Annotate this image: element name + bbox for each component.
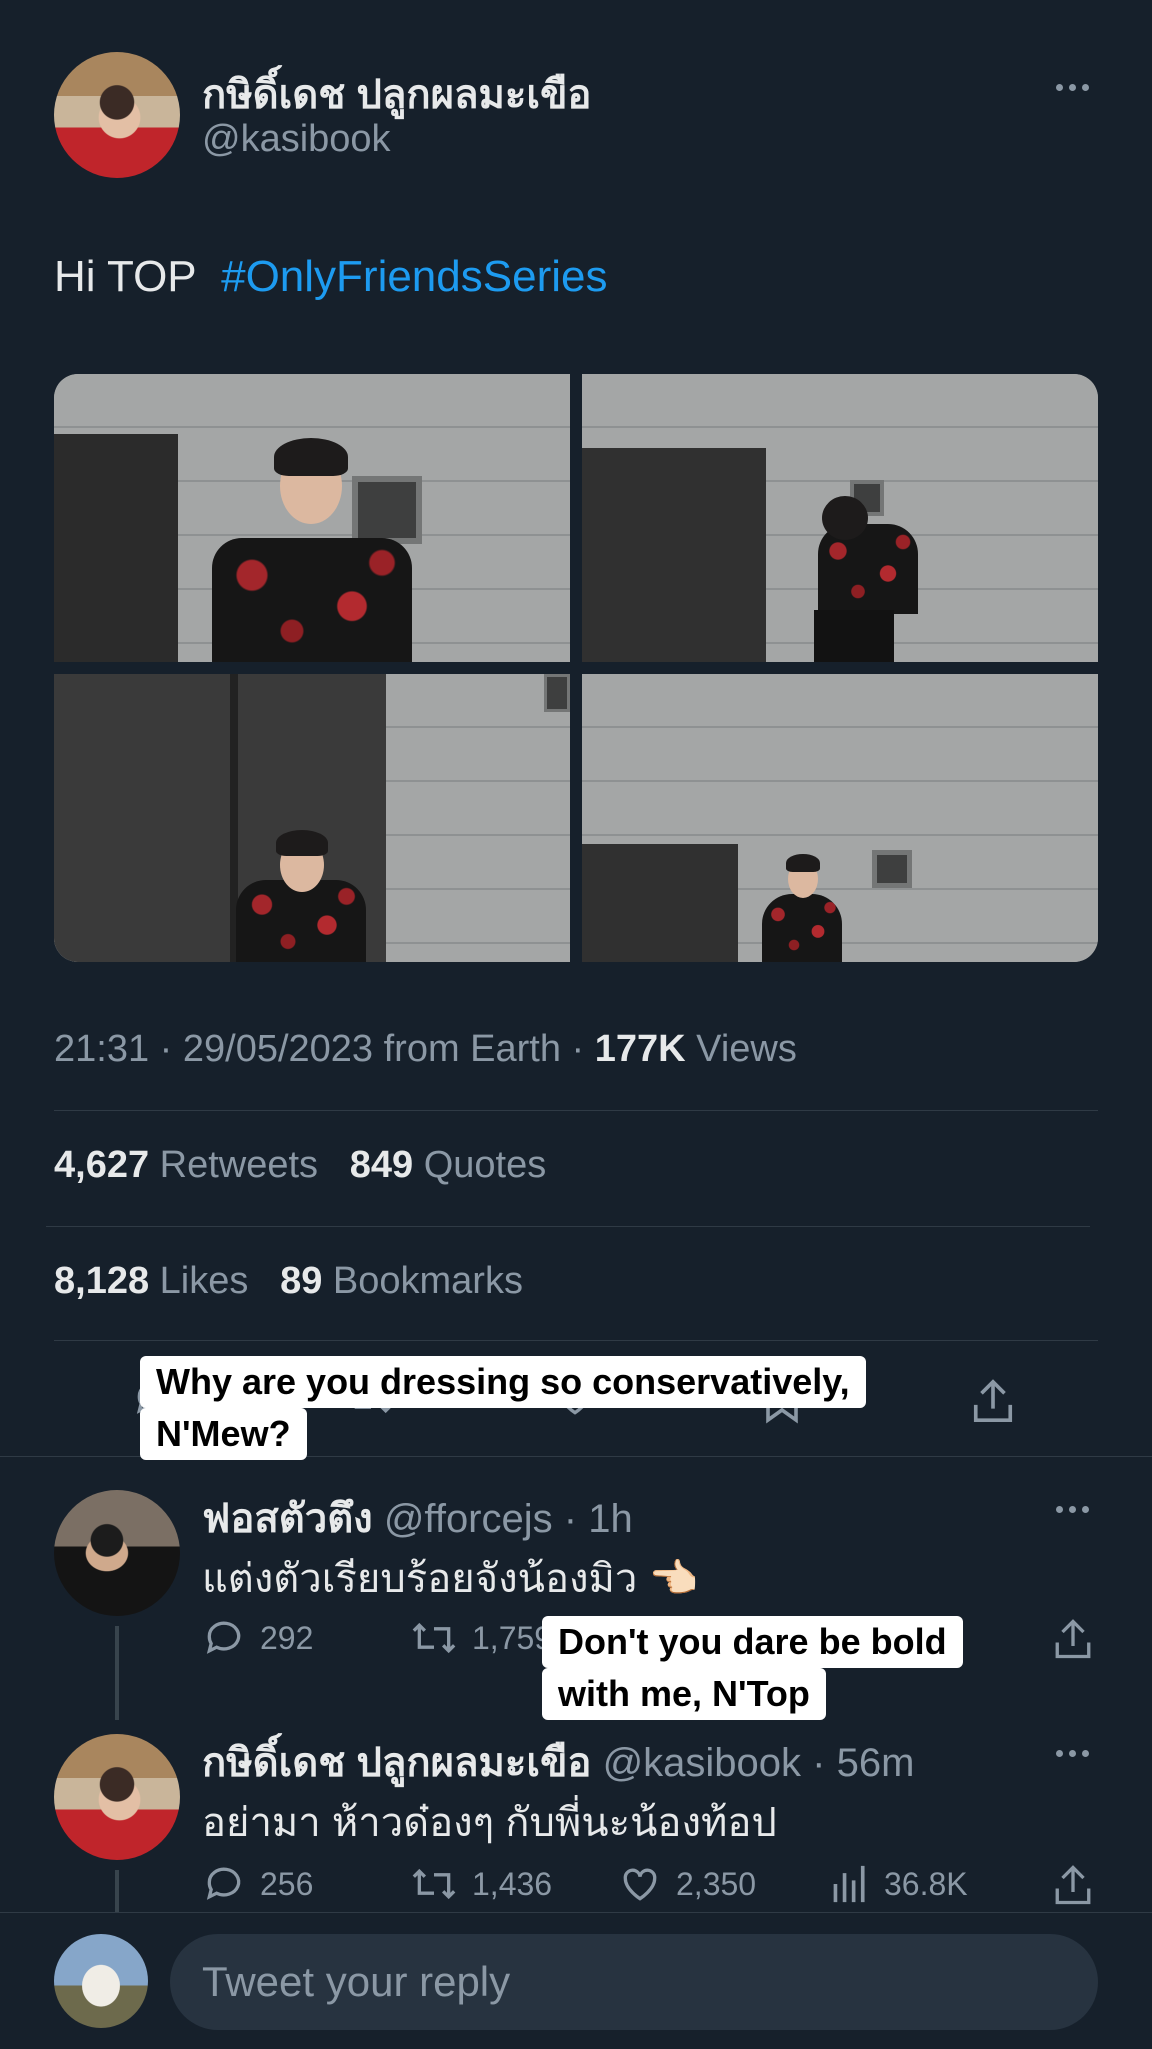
thread-line: [115, 1870, 119, 1912]
reply-count: 256: [260, 1865, 314, 1902]
reply-icon: [206, 1621, 241, 1654]
reply-avatar[interactable]: [54, 1734, 180, 1860]
quotes-stat[interactable]: 849 Quotes: [350, 1144, 547, 1186]
photo-2[interactable]: [582, 374, 1098, 662]
views-action[interactable]: 36.8K: [830, 1862, 968, 1906]
reply-icon: [206, 1867, 241, 1900]
divider: [46, 1226, 1090, 1227]
reply-author-name[interactable]: กษิดิ์เดช ปลูกผลมะเขือ: [202, 1741, 591, 1785]
reply-text: อย่ามา ห้าวด๋องๆ กับพี่นะน้องท้อป: [202, 1801, 777, 1845]
reply-author-handle[interactable]: @fforcejs: [384, 1497, 553, 1541]
bookmarks-label: Bookmarks: [332, 1260, 523, 1302]
author-avatar[interactable]: [54, 52, 180, 178]
retweet-count: 1,436: [472, 1865, 553, 1902]
retweets-stat[interactable]: 4,627 Retweets: [54, 1144, 318, 1186]
retweets-count: 4,627: [54, 1144, 150, 1186]
user-avatar[interactable]: [54, 1934, 148, 2028]
caption-line: Don't you dare be bold: [542, 1616, 963, 1668]
thread-line: [115, 1626, 119, 1720]
retweet-count: 1,759: [472, 1619, 553, 1656]
reply-avatar[interactable]: [54, 1490, 180, 1616]
reply-header: กษิดิ์เดช ปลูกผลมะเขือ @kasibook · 56m: [202, 1730, 914, 1794]
reply-author-name[interactable]: ฟอสตัวตึง: [202, 1497, 373, 1541]
views-icon: [833, 1865, 865, 1903]
photo-1[interactable]: [54, 374, 570, 662]
quotes-label: Quotes: [423, 1144, 547, 1186]
photo-3[interactable]: [54, 674, 570, 962]
caption-line: Why are you dressing so conservatively,: [140, 1356, 866, 1408]
tweet-timestamp[interactable]: 21:31 · 29/05/2023 from Earth ·: [54, 1028, 595, 1070]
bookmarks-count: 89: [280, 1260, 323, 1302]
views-label: Views: [696, 1028, 797, 1070]
bookmarks-stat[interactable]: 89 Bookmarks: [280, 1260, 523, 1302]
divider: [54, 1110, 1098, 1111]
like-count: 2,350: [676, 1865, 757, 1902]
share-action[interactable]: [970, 1376, 1016, 1426]
share-action[interactable]: [1052, 1616, 1094, 1662]
reply-input[interactable]: Tweet your reply: [170, 1934, 1098, 2030]
reply-time[interactable]: · 1h: [564, 1497, 633, 1541]
caption-line: with me, N'Top: [542, 1668, 826, 1720]
like-bookmark-stats: 8,128 Likes 89 Bookmarks: [54, 1260, 523, 1303]
quotes-count: 849: [349, 1144, 414, 1186]
tweet-meta: 21:31 · 29/05/2023 from Earth · 177K Vie…: [54, 1028, 797, 1071]
reply-count: 292: [260, 1619, 314, 1656]
reply-text: แต่งตัวเรียบร้อยจังน้องมิว 👈🏻: [202, 1557, 699, 1601]
share-icon: [1055, 1619, 1091, 1659]
divider: [54, 1340, 1098, 1341]
like-icon: [623, 1868, 657, 1901]
reply-time[interactable]: · 56m: [812, 1741, 914, 1785]
likes-count: 8,128: [54, 1260, 150, 1302]
author-name[interactable]: กษิดิ์เดช ปลูกผลมะเขือ: [202, 62, 591, 126]
tweet-text: Hi TOP #OnlyFriendsSeries: [54, 252, 607, 302]
retweet-action[interactable]: 1,759: [410, 1616, 552, 1660]
retweets-label: Retweets: [159, 1144, 319, 1186]
retweet-action[interactable]: 1,436: [410, 1862, 552, 1906]
author-handle[interactable]: @kasibook: [202, 118, 391, 161]
retweet-quote-stats: 4,627 Retweets 849 Quotes: [54, 1144, 546, 1187]
likes-stat[interactable]: 8,128 Likes: [54, 1260, 248, 1302]
reply-action[interactable]: 256: [202, 1862, 313, 1906]
photo-grid: [54, 374, 1098, 962]
views-count: 177K: [594, 1028, 686, 1070]
share-icon: [1055, 1865, 1091, 1905]
reply-author-handle[interactable]: @kasibook: [603, 1741, 801, 1785]
like-action[interactable]: 2,350: [618, 1862, 756, 1906]
share-action[interactable]: [1052, 1862, 1094, 1908]
retweet-icon: [412, 1622, 456, 1654]
likes-label: Likes: [159, 1260, 249, 1302]
caption-line: N'Mew?: [140, 1408, 307, 1460]
views-count: 36.8K: [884, 1865, 968, 1902]
more-icon[interactable]: [1056, 1750, 1089, 1757]
hashtag-link[interactable]: #OnlyFriendsSeries: [221, 252, 607, 301]
photo-4[interactable]: [582, 674, 1098, 962]
more-icon[interactable]: [1056, 1506, 1089, 1513]
more-icon[interactable]: [1056, 84, 1089, 91]
tweet-text-plain: Hi TOP: [54, 252, 197, 301]
retweet-icon: [412, 1868, 456, 1900]
reply-header: ฟอสตัวตึง @fforcejs · 1h: [202, 1486, 633, 1550]
share-icon: [973, 1379, 1013, 1422]
reply-action[interactable]: 292: [202, 1616, 313, 1660]
